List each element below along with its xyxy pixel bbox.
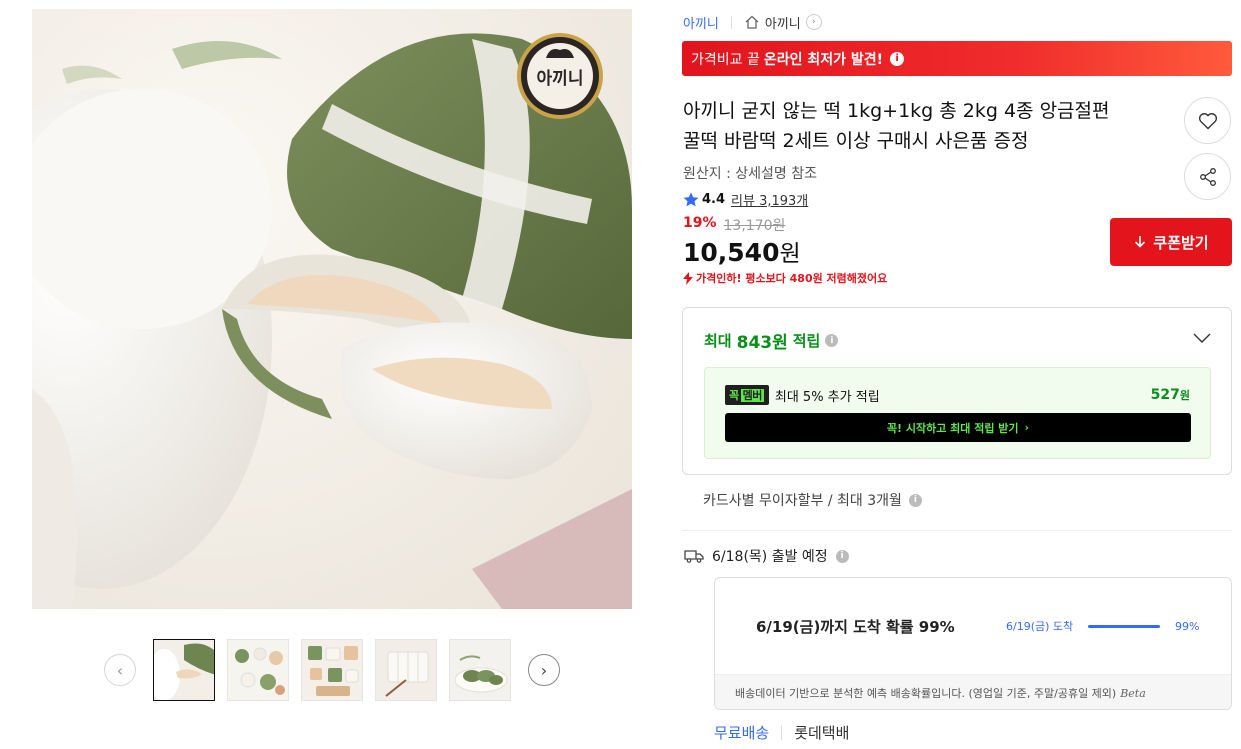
original-price: 13,170원	[723, 218, 786, 234]
chevron-right-icon: ›	[1024, 421, 1030, 434]
thumbnail-2[interactable]	[227, 639, 289, 701]
sale-price-unit: 원	[779, 241, 801, 267]
membership-cta-button[interactable]: 꼭! 시작하고 최대 적립 받기 ›	[725, 413, 1191, 442]
courier-name: 롯데택배	[794, 724, 850, 742]
download-arrow-icon	[1135, 236, 1146, 248]
membership-badge-a: 꼭	[729, 389, 739, 402]
info-icon[interactable]: i	[825, 334, 839, 347]
delivery-prediction-main: 6/19(금)까지 도착 확률 99% 6/19(금) 도착 99%	[715, 578, 1231, 674]
membership-points-value: 527	[1150, 387, 1180, 403]
membership-points: 527원	[1151, 387, 1190, 403]
next-image-button[interactable]: ›	[528, 654, 560, 686]
price-drop-text: 가격인하! 평소보다 480원 저렴해졌어요	[696, 272, 888, 285]
membership-badge-b: 멤버	[740, 389, 764, 402]
share-button[interactable]	[1184, 153, 1231, 200]
lightning-icon	[683, 271, 693, 285]
membership-text: 최대 5% 추가 적립	[774, 389, 880, 405]
review-count-link[interactable]: 리뷰 3,193개	[731, 190, 808, 209]
delivery-method: 무료배송 롯데택배	[714, 722, 849, 743]
delivery-divider	[781, 725, 783, 740]
sale-price-number: 10,540	[683, 238, 780, 267]
truck-icon	[684, 550, 704, 563]
reward-expand-toggle[interactable]	[1193, 328, 1211, 347]
promo-prefix: 가격비교 끝	[691, 51, 760, 68]
membership-cta-label: 꼭! 시작하고 최대 적립 받기	[886, 421, 1019, 435]
lowest-price-banner[interactable]: 가격비교 끝 온라인 최저가 발견! i	[682, 41, 1232, 76]
reward-suffix: 적립	[792, 332, 821, 350]
rating-summary: 4.4 리뷰 3,193개	[683, 190, 808, 209]
heart-icon	[1198, 112, 1217, 129]
coupon-label: 쿠폰받기	[1153, 233, 1209, 252]
chevron-right-icon: ›	[540, 660, 548, 680]
product-title-line-2: 꿀떡 바람떡 2세트 이상 구매시 사은품 증정	[683, 130, 1029, 152]
free-shipping-label: 무료배송	[714, 724, 770, 742]
thumbnail-4[interactable]	[375, 639, 437, 701]
reward-amount: 843원	[736, 333, 788, 353]
membership-badge: 꼭 멤버	[725, 385, 769, 405]
arrival-date: 6/19(금) 도착	[1006, 620, 1074, 633]
share-icon	[1199, 167, 1216, 186]
thumbnail-list	[153, 639, 511, 701]
store-link[interactable]: 아끼니 ›	[744, 13, 822, 32]
installment-info: 카드사별 무이자할부 / 최대 3개월 i	[703, 490, 922, 510]
product-title-line-1: 아끼니 굳지 않는 떡 1kg+1kg 총 2kg 4종 앙금절편	[683, 100, 1110, 122]
prev-image-button[interactable]: ‹	[104, 654, 136, 686]
membership-points-unit: 원	[1179, 389, 1190, 402]
arrival-headline: 6/19(금)까지 도착 확률 99%	[756, 617, 955, 636]
thumbnail-5[interactable]	[449, 639, 511, 701]
origin-info: 원산지 : 상세설명 참조	[683, 166, 817, 182]
installment-text: 카드사별 무이자할부 / 최대 3개월	[703, 493, 902, 509]
rice-cake-photo: 아끼니	[32, 9, 632, 609]
info-icon[interactable]: i	[908, 493, 922, 507]
brand-link[interactable]: 아끼니	[683, 13, 719, 32]
prediction-footnote-text: 배송데이터 기반으로 분석한 예측 배송확률입니다. (영업일 기준, 주말/공…	[735, 687, 1117, 700]
departure-text: 6/18(목) 출발 예정	[712, 549, 828, 565]
chevron-right-icon: ›	[805, 14, 822, 30]
arrival-probability: 99%	[1175, 619, 1200, 633]
price-drop-notice: 가격인하! 평소보다 480원 저렴해졌어요	[683, 270, 887, 286]
star-icon	[683, 192, 699, 207]
home-icon	[745, 15, 759, 29]
info-icon[interactable]: i	[835, 549, 849, 563]
breadcrumb-divider	[730, 15, 732, 29]
reward-panel: 최대 843원 적립 i 꼭 멤버 최대 5% 추가 적립 527원 꼭! 시작하…	[682, 307, 1232, 475]
reward-prefix: 최대	[704, 332, 732, 350]
coupon-download-button[interactable]: 쿠폰받기	[1110, 218, 1232, 266]
svg-text:아끼니: 아끼니	[537, 69, 584, 89]
thumbnail-3[interactable]	[301, 639, 363, 701]
brand-logo: 아끼니	[517, 33, 603, 119]
rating-score: 4.4	[702, 192, 726, 207]
wishlist-button[interactable]	[1184, 97, 1231, 144]
chevron-down-icon	[1193, 333, 1211, 343]
chevron-left-icon: ‹	[116, 660, 124, 680]
departure-info: 6/18(목) 출발 예정 i	[684, 546, 849, 566]
reward-summary: 최대 843원 적립 i	[704, 328, 839, 353]
beta-label: Beta	[1120, 686, 1146, 700]
info-icon[interactable]: i	[890, 51, 905, 66]
promo-highlight: 온라인 최저가 발견!	[763, 51, 884, 68]
original-price-row: 19% 13,170원	[683, 215, 785, 235]
product-title: 아끼니 굳지 않는 떡 1kg+1kg 총 2kg 4종 앙금절편 꿀떡 바람떡…	[683, 96, 1163, 156]
breadcrumb: 아끼니 아끼니 ›	[683, 12, 822, 32]
discount-rate: 19%	[683, 215, 717, 231]
membership-line: 꼭 멤버 최대 5% 추가 적립 527원	[725, 385, 1190, 405]
membership-offer: 꼭 멤버 최대 5% 추가 적립 527원 꼭! 시작하고 최대 적립 받기 ›	[704, 367, 1211, 459]
prediction-footnote: 배송데이터 기반으로 분석한 예측 배송확률입니다. (영업일 기준, 주말/공…	[715, 674, 1231, 709]
thumbnail-1[interactable]	[153, 639, 215, 701]
thumbnail-strip: ‹ ›	[104, 638, 560, 702]
store-name: 아끼니	[764, 16, 801, 32]
delivery-prediction-panel: 6/19(금)까지 도착 확률 99% 6/19(금) 도착 99% 배송데이터…	[714, 577, 1232, 710]
arrival-probability-bar	[1088, 624, 1160, 628]
section-divider	[682, 530, 1232, 531]
main-product-image[interactable]: 아끼니	[32, 9, 632, 609]
sale-price: 10,540원	[683, 234, 801, 268]
